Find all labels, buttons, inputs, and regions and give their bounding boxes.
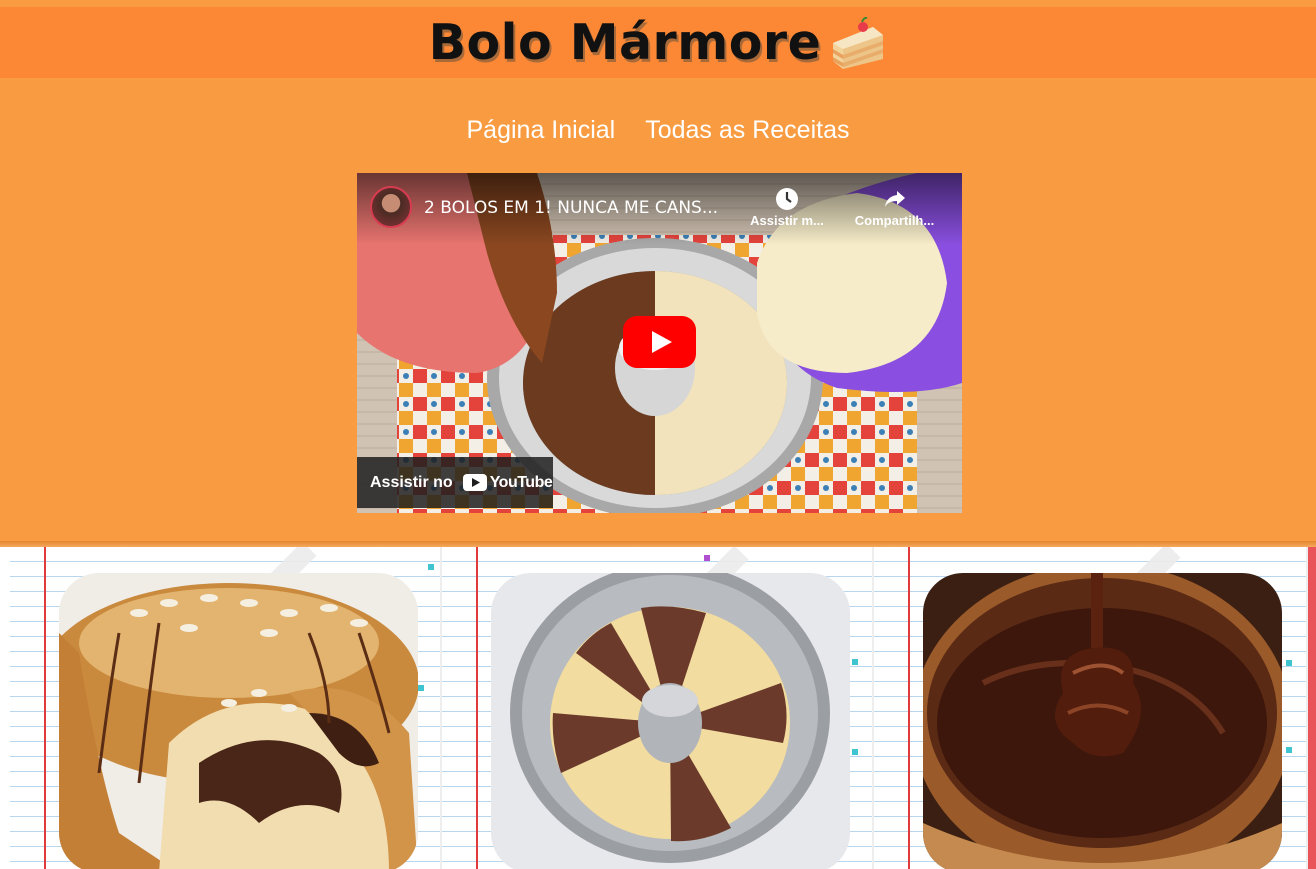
notebook-margin-line (44, 547, 46, 869)
sprinkle-decoration (428, 564, 434, 570)
watch-on-youtube-button[interactable]: Assistir no YouTube (357, 457, 553, 508)
youtube-video-embed[interactable]: 2 BOLOS EM 1! NUNCA ME CANS... Assistir … (357, 173, 962, 513)
watch-on-label: Assistir no (370, 473, 453, 491)
sprinkle-decoration (1286, 660, 1292, 666)
notebook-margin-line (908, 547, 910, 869)
main-nav: Página Inicial Todas as Receitas (0, 112, 1316, 148)
chocolate-sauce-image (923, 573, 1282, 869)
play-button-icon[interactable] (623, 316, 696, 368)
recipe-photo-chocolate-sauce[interactable] (923, 573, 1282, 869)
share-label: Compartilh... (854, 213, 935, 228)
sprinkle-decoration (852, 749, 858, 755)
youtube-label: YouTube (489, 473, 553, 491)
clock-icon (776, 188, 798, 210)
marble-cake-batter-image (491, 573, 850, 869)
card-edge-decoration (1308, 547, 1316, 869)
cake-icon (833, 16, 884, 69)
notebook-margin-line (476, 547, 478, 869)
recipe-card[interactable] (442, 547, 875, 869)
nav-home-link[interactable]: Página Inicial (467, 112, 616, 148)
youtube-logo: YouTube (462, 473, 553, 492)
channel-avatar[interactable] (370, 186, 412, 228)
sprinkle-decoration (1286, 747, 1292, 753)
sprinkle-decoration (418, 685, 424, 691)
video-title[interactable]: 2 BOLOS EM 1! NUNCA ME CANS... (424, 198, 734, 218)
sprinkle-decoration (704, 555, 710, 561)
watch-later-label: Assistir m... (750, 213, 824, 228)
page-title: Bolo Mármore (428, 14, 822, 71)
recipe-photo-cake-batter[interactable] (491, 573, 850, 869)
marble-bundt-cake-image (59, 573, 418, 869)
recipe-card[interactable] (10, 547, 443, 869)
share-button[interactable]: Compartilh... (847, 187, 942, 228)
recipe-photo-marble-bundt[interactable] (59, 573, 418, 869)
nav-all-recipes-link[interactable]: Todas as Receitas (645, 112, 849, 148)
top-strip (0, 0, 1316, 7)
recipe-card[interactable] (874, 547, 1309, 869)
share-icon (884, 191, 905, 207)
watch-later-button[interactable]: Assistir m... (742, 187, 832, 228)
recipe-cards (0, 547, 1316, 869)
youtube-icon (462, 474, 487, 491)
sprinkle-decoration (852, 659, 858, 665)
site-header: Bolo Mármore (0, 7, 1316, 78)
